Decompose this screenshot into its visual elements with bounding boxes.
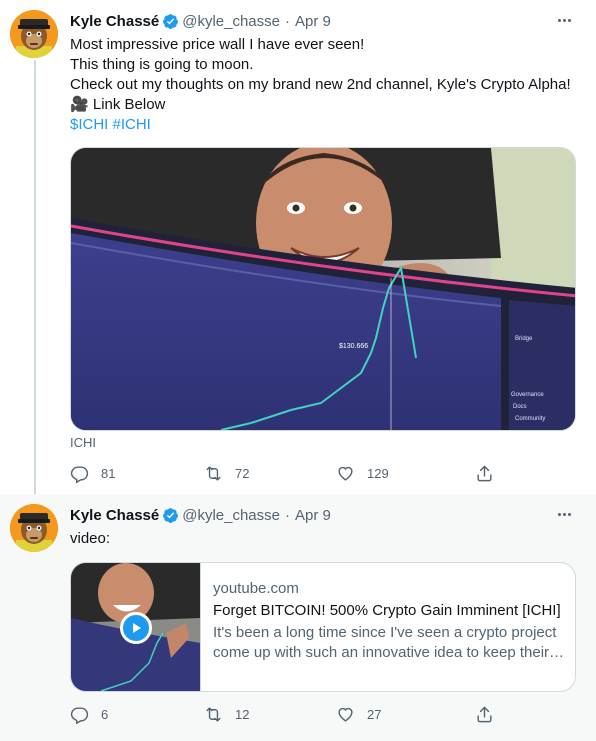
chart-price-label: $130.666 xyxy=(339,343,368,350)
play-triangle-icon xyxy=(133,623,141,633)
verified-badge-icon xyxy=(163,507,179,523)
play-icon[interactable] xyxy=(120,612,152,644)
share-icon xyxy=(477,465,492,481)
sidebar-community-label: Community xyxy=(515,416,545,422)
author-avatar[interactable] xyxy=(10,10,58,58)
share-button[interactable] xyxy=(475,702,506,726)
tweet-text-line-4: 🎥 Link Below xyxy=(70,95,580,115)
share-button[interactable] xyxy=(475,461,506,485)
reply-count: 6 xyxy=(101,706,109,722)
video-camera-icon: 🎥 xyxy=(70,96,89,113)
author-handle[interactable]: @kyle_chasse xyxy=(182,507,280,524)
author-avatar[interactable] xyxy=(10,504,58,552)
retweet-icon xyxy=(206,706,221,722)
reply-button[interactable]: 6 xyxy=(70,702,108,726)
like-button[interactable]: 129 xyxy=(336,461,389,485)
retweet-count: 12 xyxy=(235,706,250,722)
card-body: youtube.com Forget BITCOIN! 500% Crypto … xyxy=(213,579,567,663)
author-name[interactable]: Kyle Chassé xyxy=(70,507,159,524)
tweet-text-line-1: Most impressive price wall I have ever s… xyxy=(70,36,365,53)
ape-avatar-icon xyxy=(10,504,58,552)
separator-dot: · xyxy=(285,506,290,524)
tweet-2[interactable]: Kyle Chassé @kyle_chasse · Apr 9 video: xyxy=(0,494,596,741)
tweet-header: Kyle Chassé @kyle_chasse · Apr 9 xyxy=(70,505,331,525)
tweet-actions: 81 72 129 xyxy=(70,461,540,485)
tweet-date[interactable]: Apr 9 xyxy=(295,13,331,30)
sidebar-governance-label: Governance xyxy=(511,392,544,398)
tweet-photo[interactable]: $130.666 Bridge Governance Docs Communit… xyxy=(70,147,576,431)
retweet-button[interactable]: 72 xyxy=(204,461,249,485)
ape-avatar-icon xyxy=(10,10,58,58)
retweet-icon xyxy=(206,465,221,481)
author-handle[interactable]: @kyle_chasse xyxy=(182,13,280,30)
sidebar-bridge-label: Bridge xyxy=(515,336,533,342)
reply-count: 81 xyxy=(101,465,116,481)
like-button[interactable]: 27 xyxy=(336,702,381,726)
card-title: Forget BITCOIN! 500% Crypto Gain Imminen… xyxy=(213,602,561,619)
author-name[interactable]: Kyle Chassé xyxy=(70,13,159,30)
tweet-text-line-3: Check out my thoughts on my brand new 2n… xyxy=(70,76,571,93)
reply-button[interactable]: 81 xyxy=(70,461,115,485)
media-caption: ICHI xyxy=(70,435,96,450)
separator-dot: · xyxy=(285,12,290,30)
link-below-text: Link Below xyxy=(88,96,166,113)
retweet-button[interactable]: 12 xyxy=(204,702,249,726)
card-domain: youtube.com xyxy=(213,580,299,597)
more-options-icon[interactable] xyxy=(554,12,574,28)
thread-connector-line xyxy=(34,60,36,500)
reply-icon xyxy=(70,465,89,483)
card-description: It's been a long time since I've seen a … xyxy=(213,624,565,661)
tweet-text: video: xyxy=(70,529,580,549)
sidebar-docs-label: Docs xyxy=(513,404,527,410)
card-thumbnail xyxy=(71,563,201,691)
youtube-link-card[interactable]: youtube.com Forget BITCOIN! 500% Crypto … xyxy=(70,562,576,692)
share-icon xyxy=(477,706,492,722)
more-options-icon[interactable] xyxy=(554,506,574,522)
verified-badge-icon xyxy=(163,13,179,29)
hashtags-link[interactable]: $ICHI #ICHI xyxy=(70,115,580,135)
tweet-text-line-2: This thing is going to moon. xyxy=(70,56,254,73)
tweet-actions: 6 12 27 xyxy=(70,702,540,726)
heart-icon xyxy=(338,707,353,722)
heart-icon xyxy=(338,466,353,481)
tweet-text: Most impressive price wall I have ever s… xyxy=(70,35,580,135)
tweet-1[interactable]: Kyle Chassé @kyle_chasse · Apr 9 Most im… xyxy=(0,0,596,500)
tweet-date[interactable]: Apr 9 xyxy=(295,507,331,524)
reply-icon xyxy=(70,706,89,724)
photo-man-pointing-at-chart: $130.666 Bridge Governance Docs Communit… xyxy=(71,148,575,430)
tweet-header: Kyle Chassé @kyle_chasse · Apr 9 xyxy=(70,11,331,31)
like-count: 129 xyxy=(367,465,389,481)
retweet-count: 72 xyxy=(235,465,250,481)
tweet-text-line-1: video: xyxy=(70,530,111,547)
like-count: 27 xyxy=(367,706,382,722)
